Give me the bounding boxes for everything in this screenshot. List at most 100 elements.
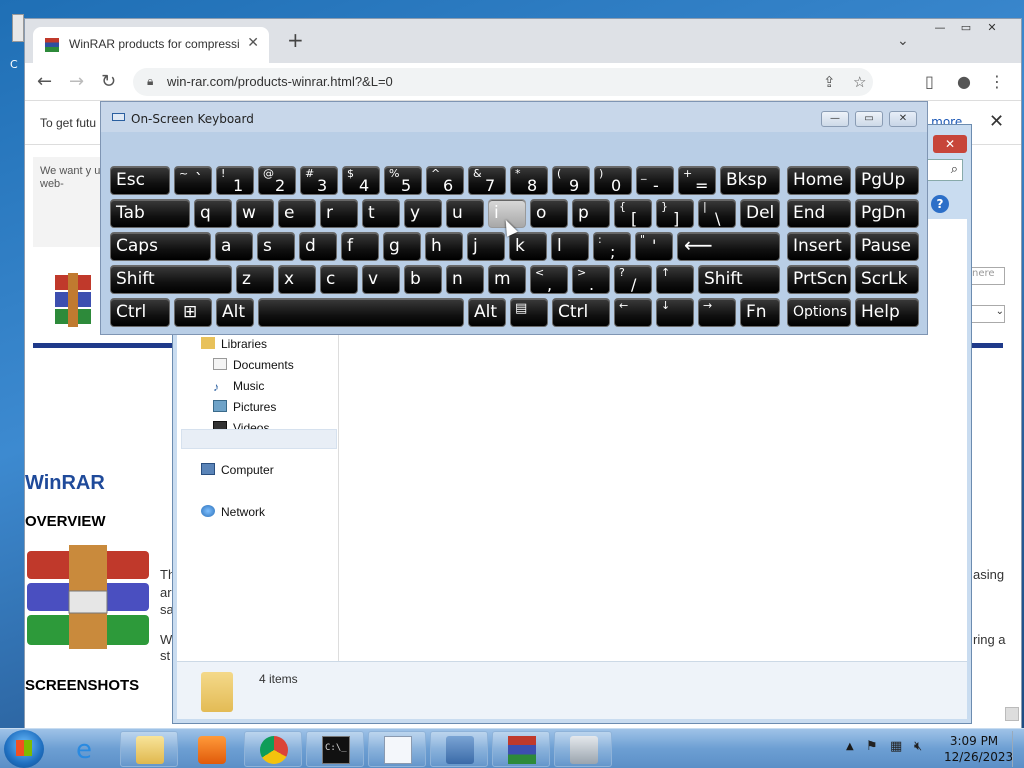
key-home[interactable]: Home bbox=[787, 166, 851, 195]
minimize-button[interactable]: — bbox=[927, 19, 953, 37]
key-b[interactable]: b bbox=[404, 265, 442, 294]
key-1[interactable]: ! 1 bbox=[216, 166, 254, 195]
info-bar-close-icon[interactable]: ✕ bbox=[989, 111, 1004, 132]
key-equals[interactable]: + = bbox=[678, 166, 716, 195]
key-left-arrow[interactable]: ← bbox=[614, 298, 652, 327]
key-windows[interactable]: ⊞ bbox=[174, 298, 212, 327]
site-search-input[interactable]: nere bbox=[969, 267, 1005, 285]
key-a[interactable]: a bbox=[215, 232, 253, 261]
key-2[interactable]: @2 bbox=[258, 166, 296, 195]
url-text[interactable]: win-rar.com/products-winrar.html?&L=0 bbox=[167, 74, 393, 89]
taskbar-ie[interactable]: e bbox=[60, 731, 118, 767]
key-pause[interactable]: Pause bbox=[855, 232, 919, 261]
key-open-bracket[interactable]: {[ bbox=[614, 199, 652, 228]
taskbar-media-player[interactable] bbox=[182, 731, 240, 767]
key-right-shift[interactable]: Shift bbox=[698, 265, 780, 294]
help-icon[interactable]: ? bbox=[931, 195, 949, 213]
key-right-arrow[interactable]: → bbox=[698, 298, 736, 327]
key-m[interactable]: m bbox=[488, 265, 526, 294]
taskbar-winrar[interactable] bbox=[492, 731, 550, 767]
key-pgdn[interactable]: PgDn bbox=[855, 199, 919, 228]
key-close-bracket[interactable]: }] bbox=[656, 199, 694, 228]
reload-icon[interactable]: ↻ bbox=[101, 71, 116, 92]
start-button[interactable] bbox=[4, 730, 44, 768]
search-icon[interactable]: ⌕ bbox=[951, 162, 958, 177]
back-icon[interactable]: ← bbox=[37, 71, 52, 92]
taskbar-chrome[interactable] bbox=[244, 731, 302, 767]
key-w[interactable]: w bbox=[236, 199, 274, 228]
key-right-ctrl[interactable]: Ctrl bbox=[552, 298, 610, 327]
forward-icon[interactable]: → bbox=[69, 71, 84, 92]
key-menu[interactable]: ▤ bbox=[510, 298, 548, 327]
osk-titlebar[interactable]: On-Screen Keyboard — ▭ ✕ bbox=[101, 102, 927, 132]
key-5[interactable]: % 5 bbox=[384, 166, 422, 195]
key-backslash[interactable]: | \ bbox=[698, 199, 736, 228]
share-icon[interactable]: ⇪ bbox=[823, 73, 836, 91]
bookmark-star-icon[interactable]: ☆ bbox=[853, 73, 866, 91]
osk-minimize-button[interactable]: — bbox=[821, 111, 849, 127]
profile-icon[interactable]: ● bbox=[957, 72, 971, 91]
key-caps[interactable]: Caps bbox=[110, 232, 211, 261]
address-bar[interactable]: 🔒︎ win-rar.com/products-winrar.html?&L=0… bbox=[133, 68, 873, 96]
key-minus[interactable]: _ - bbox=[636, 166, 674, 195]
key-l[interactable]: l bbox=[551, 232, 589, 261]
key-t[interactable]: t bbox=[362, 199, 400, 228]
key-9[interactable]: (9 bbox=[552, 166, 590, 195]
key-left-alt[interactable]: Alt bbox=[216, 298, 254, 327]
key-g[interactable]: g bbox=[383, 232, 421, 261]
desktop-icon[interactable] bbox=[12, 14, 24, 42]
key-enter[interactable]: ⟵ bbox=[677, 232, 780, 261]
key-pgup[interactable]: PgUp bbox=[855, 166, 919, 195]
maximize-button[interactable]: ▭ bbox=[953, 19, 979, 37]
osk-maximize-button[interactable]: ▭ bbox=[855, 111, 883, 127]
new-tab-button[interactable]: + bbox=[287, 30, 304, 50]
key-p[interactable]: p bbox=[572, 199, 610, 228]
key-tilde[interactable]: ~ ` bbox=[174, 166, 212, 195]
key-left-ctrl[interactable]: Ctrl bbox=[110, 298, 170, 327]
key-quote[interactable]: " ' bbox=[635, 232, 673, 261]
key-e[interactable]: e bbox=[278, 199, 316, 228]
key-insert[interactable]: Insert bbox=[787, 232, 851, 261]
key-tab[interactable]: Tab bbox=[110, 199, 190, 228]
key-del[interactable]: Del bbox=[740, 199, 780, 228]
explorer-close-button[interactable]: ✕ bbox=[933, 135, 967, 153]
key-right-alt[interactable]: Alt bbox=[468, 298, 506, 327]
key-y[interactable]: y bbox=[404, 199, 442, 228]
key-v[interactable]: v bbox=[362, 265, 400, 294]
key-8[interactable]: * 8 bbox=[510, 166, 548, 195]
key-j[interactable]: j bbox=[467, 232, 505, 261]
key-z[interactable]: z bbox=[236, 265, 274, 294]
osk-close-button[interactable]: ✕ bbox=[889, 111, 917, 127]
network-status-icon[interactable]: ▦ bbox=[890, 739, 906, 755]
key-k[interactable]: k bbox=[509, 232, 547, 261]
key-7[interactable]: & 7 bbox=[468, 166, 506, 195]
action-center-flag-icon[interactable]: ⚑ bbox=[866, 739, 882, 755]
key-end[interactable]: End bbox=[787, 199, 851, 228]
nav-item-network[interactable]: Network bbox=[201, 505, 265, 519]
lock-icon[interactable]: 🔒︎ bbox=[147, 74, 153, 89]
key-o[interactable]: o bbox=[530, 199, 568, 228]
menu-kebab-icon[interactable]: ⋮ bbox=[989, 72, 1005, 91]
key-h[interactable]: h bbox=[425, 232, 463, 261]
show-hidden-icons-chevron-icon[interactable]: ▲ bbox=[846, 741, 854, 752]
key-c[interactable]: c bbox=[320, 265, 358, 294]
taskbar-fax-scan[interactable] bbox=[554, 731, 612, 767]
volume-muted-icon[interactable]: 🔇︎ bbox=[914, 739, 930, 755]
key-down-arrow[interactable]: ↓ bbox=[656, 298, 694, 327]
key-4[interactable]: $4 bbox=[342, 166, 380, 195]
key-6[interactable]: ^ 6 bbox=[426, 166, 464, 195]
key-bksp[interactable]: Bksp bbox=[720, 166, 780, 195]
options-button[interactable]: Options bbox=[787, 298, 851, 327]
nav-item-documents[interactable]: Documents bbox=[213, 358, 294, 372]
key-u[interactable]: u bbox=[446, 199, 484, 228]
key-s[interactable]: s bbox=[257, 232, 295, 261]
browser-tab[interactable]: WinRAR products for compressio ✕ bbox=[33, 27, 269, 63]
key-f[interactable]: f bbox=[341, 232, 379, 261]
key-q[interactable]: q bbox=[194, 199, 232, 228]
show-desktop-button[interactable] bbox=[1012, 731, 1022, 767]
key-left-shift[interactable]: Shift bbox=[110, 265, 232, 294]
key-3[interactable]: #3 bbox=[300, 166, 338, 195]
nav-item-pictures[interactable]: Pictures bbox=[213, 400, 276, 414]
nav-item-music[interactable]: ♪ Music bbox=[213, 379, 264, 394]
key-up-arrow[interactable]: ↑ bbox=[656, 265, 694, 294]
